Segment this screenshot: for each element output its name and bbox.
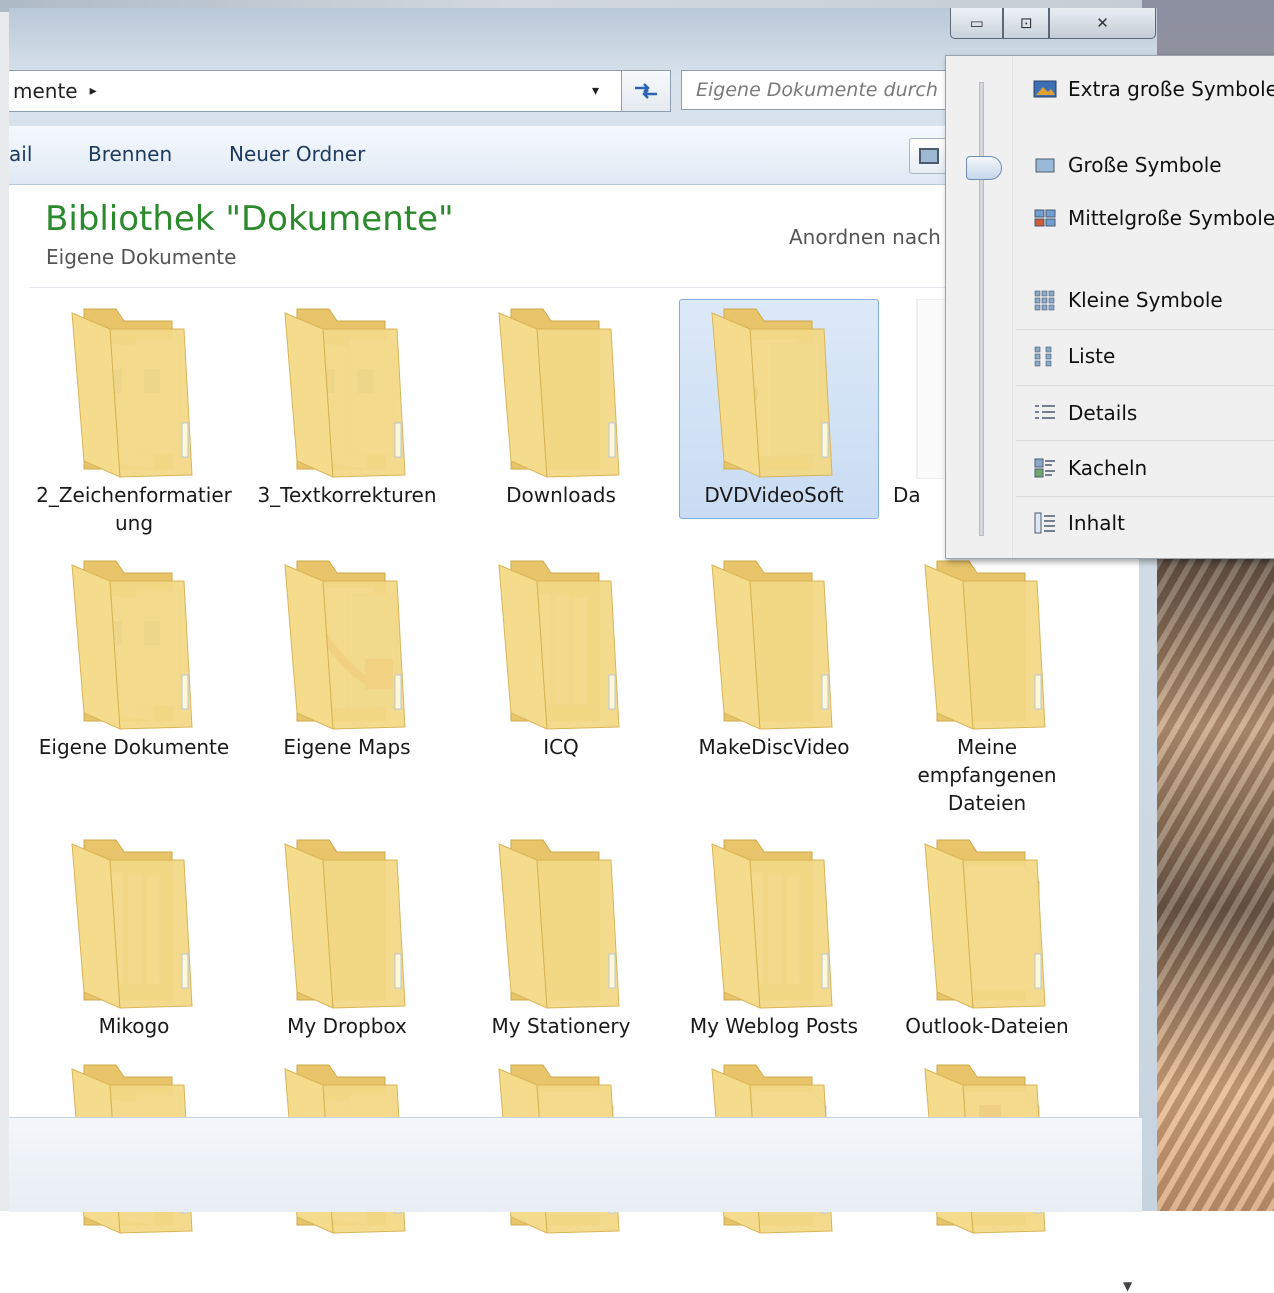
- menu-separator: [1016, 329, 1274, 330]
- folder-label: Downloads: [506, 483, 616, 507]
- new-folder-button[interactable]: Neuer Ordner: [229, 142, 365, 166]
- folder-icon: [481, 299, 641, 479]
- view-menu-item-label: Extra große Symbole: [1068, 77, 1274, 101]
- toolbar-item-truncated[interactable]: ail: [9, 142, 32, 166]
- list-icon: [1032, 345, 1058, 367]
- folder-icon: [907, 551, 1067, 731]
- folder-item[interactable]: Eigene Dokumente: [29, 551, 239, 761]
- caption-buttons: ▭ ⊡ ✕: [950, 8, 1156, 40]
- burn-button[interactable]: Brennen: [88, 142, 172, 166]
- small-icons-icon: [1032, 289, 1058, 311]
- view-menu-item[interactable]: Details: [1016, 396, 1274, 430]
- menu-separator: [1016, 385, 1274, 386]
- folder-label: 2_Zeichenformatierung: [36, 483, 232, 535]
- folder-label: Outlook-Dateien: [905, 1014, 1069, 1038]
- folder-item[interactable]: ICQ: [456, 551, 666, 761]
- folder-item[interactable]: Meine empfangenen Dateien: [882, 551, 1092, 817]
- folder-item[interactable]: Mikogo: [29, 830, 239, 1040]
- search-placeholder: Eigene Dokumente durch: [696, 79, 938, 101]
- details-pane: [9, 1117, 1142, 1212]
- view-menu-item-label: Kleine Symbole: [1068, 288, 1223, 312]
- folder-label: MakeDiscVideo: [698, 735, 850, 759]
- folder-label: DVDVideoSoft: [704, 483, 844, 507]
- folder-label: My Stationery: [491, 1014, 631, 1038]
- folder-icon: [907, 830, 1067, 1010]
- extra-large-icons-icon: [1032, 78, 1058, 100]
- folder-label: Mikogo: [98, 1014, 170, 1038]
- change-view-button[interactable]: [909, 138, 947, 174]
- folder-label: 3_Textkorrekturen: [257, 483, 437, 507]
- view-menu-item-label: Details: [1068, 401, 1138, 425]
- refresh-button[interactable]: [621, 70, 671, 112]
- folder-icon: [54, 299, 214, 479]
- breadcrumb[interactable]: mente: [9, 79, 78, 103]
- folder-icon: [481, 830, 641, 1010]
- tiles-icon: [1032, 457, 1058, 479]
- folder-label: Eigene Dokumente: [38, 735, 230, 759]
- view-menu-item[interactable]: Liste: [1016, 339, 1274, 373]
- folder-icon: [267, 551, 427, 731]
- menu-separator: [1016, 496, 1274, 497]
- folder-icon: [694, 551, 854, 731]
- scroll-down-icon[interactable]: ▼: [1123, 1279, 1132, 1293]
- close-button[interactable]: ✕: [1049, 8, 1156, 39]
- folder-icon: [54, 551, 214, 731]
- maximize-button[interactable]: ⊡: [1003, 8, 1050, 39]
- details-icon: [1032, 402, 1058, 424]
- menu-separator: [1016, 440, 1274, 441]
- view-menu-item-label: Große Symbole: [1068, 153, 1222, 177]
- view-slider-track[interactable]: [979, 82, 984, 536]
- view-menu-item-label: Kacheln: [1068, 456, 1148, 480]
- folder-item[interactable]: 2_Zeichenformatierung: [29, 299, 239, 537]
- folder-label: My Dropbox: [287, 1014, 407, 1038]
- folder-item[interactable]: 3_Textkorrekturen: [242, 299, 452, 509]
- folder-icon: [54, 830, 214, 1010]
- desktop-left-edge: [0, 0, 9, 1211]
- folder-icon: [267, 830, 427, 1010]
- folder-item[interactable]: Downloads: [456, 299, 666, 509]
- folder-item[interactable]: My Stationery: [456, 830, 666, 1040]
- view-menu-item[interactable]: Mittelgroße Symbole: [1016, 201, 1274, 235]
- folder-item[interactable]: DVDVideoSoft: [669, 299, 879, 519]
- view-menu-item[interactable]: Kacheln: [1016, 451, 1274, 485]
- folder-icon: [694, 830, 854, 1010]
- folder-item[interactable]: My Weblog Posts: [669, 830, 879, 1040]
- view-slider-thumb[interactable]: [966, 156, 1002, 180]
- view-menu-item-label: Inhalt: [1068, 511, 1125, 535]
- view-menu-item[interactable]: Kleine Symbole: [1016, 283, 1274, 317]
- refresh-icon: [635, 83, 657, 99]
- folder-item[interactable]: MakeDiscVideo: [669, 551, 879, 761]
- folder-item[interactable]: Eigene Maps: [242, 551, 452, 761]
- folder-icon: [694, 299, 854, 479]
- view-menu-popup: Extra große Symbole Große Symbole Mittelgr…: [945, 55, 1274, 559]
- minimize-button[interactable]: ▭: [950, 8, 1004, 39]
- folder-label: ICQ: [543, 735, 579, 759]
- folder-label: My Weblog Posts: [689, 1014, 859, 1038]
- folder-icon: [267, 299, 427, 479]
- view-menu-item[interactable]: Große Symbole: [1016, 148, 1274, 182]
- menu-vertical-separator: [1012, 56, 1013, 558]
- view-menu-item-label: Mittelgroße Symbole: [1068, 206, 1274, 230]
- address-dropdown-icon[interactable]: ▾: [592, 83, 599, 99]
- content-icon: [1032, 512, 1058, 534]
- folder-item[interactable]: My Dropbox: [242, 830, 452, 1040]
- view-menu-item[interactable]: Inhalt: [1016, 506, 1274, 540]
- medium-icons-icon: [1032, 207, 1058, 229]
- folder-icon: [481, 551, 641, 731]
- view-menu-item[interactable]: Extra große Symbole: [1016, 72, 1274, 106]
- folder-item[interactable]: Outlook-Dateien: [882, 830, 1092, 1040]
- breadcrumb-arrow-icon[interactable]: ▸: [90, 83, 97, 99]
- folder-label: Meine empfangenen Dateien: [917, 735, 1057, 815]
- large-icons-icon: [1032, 154, 1058, 176]
- folder-label: Eigene Maps: [283, 735, 411, 759]
- search-input[interactable]: Eigene Dokumente durch: [681, 70, 961, 110]
- address-bar[interactable]: mente ▸ ▾: [9, 70, 622, 112]
- view-menu-item-label: Liste: [1068, 344, 1116, 368]
